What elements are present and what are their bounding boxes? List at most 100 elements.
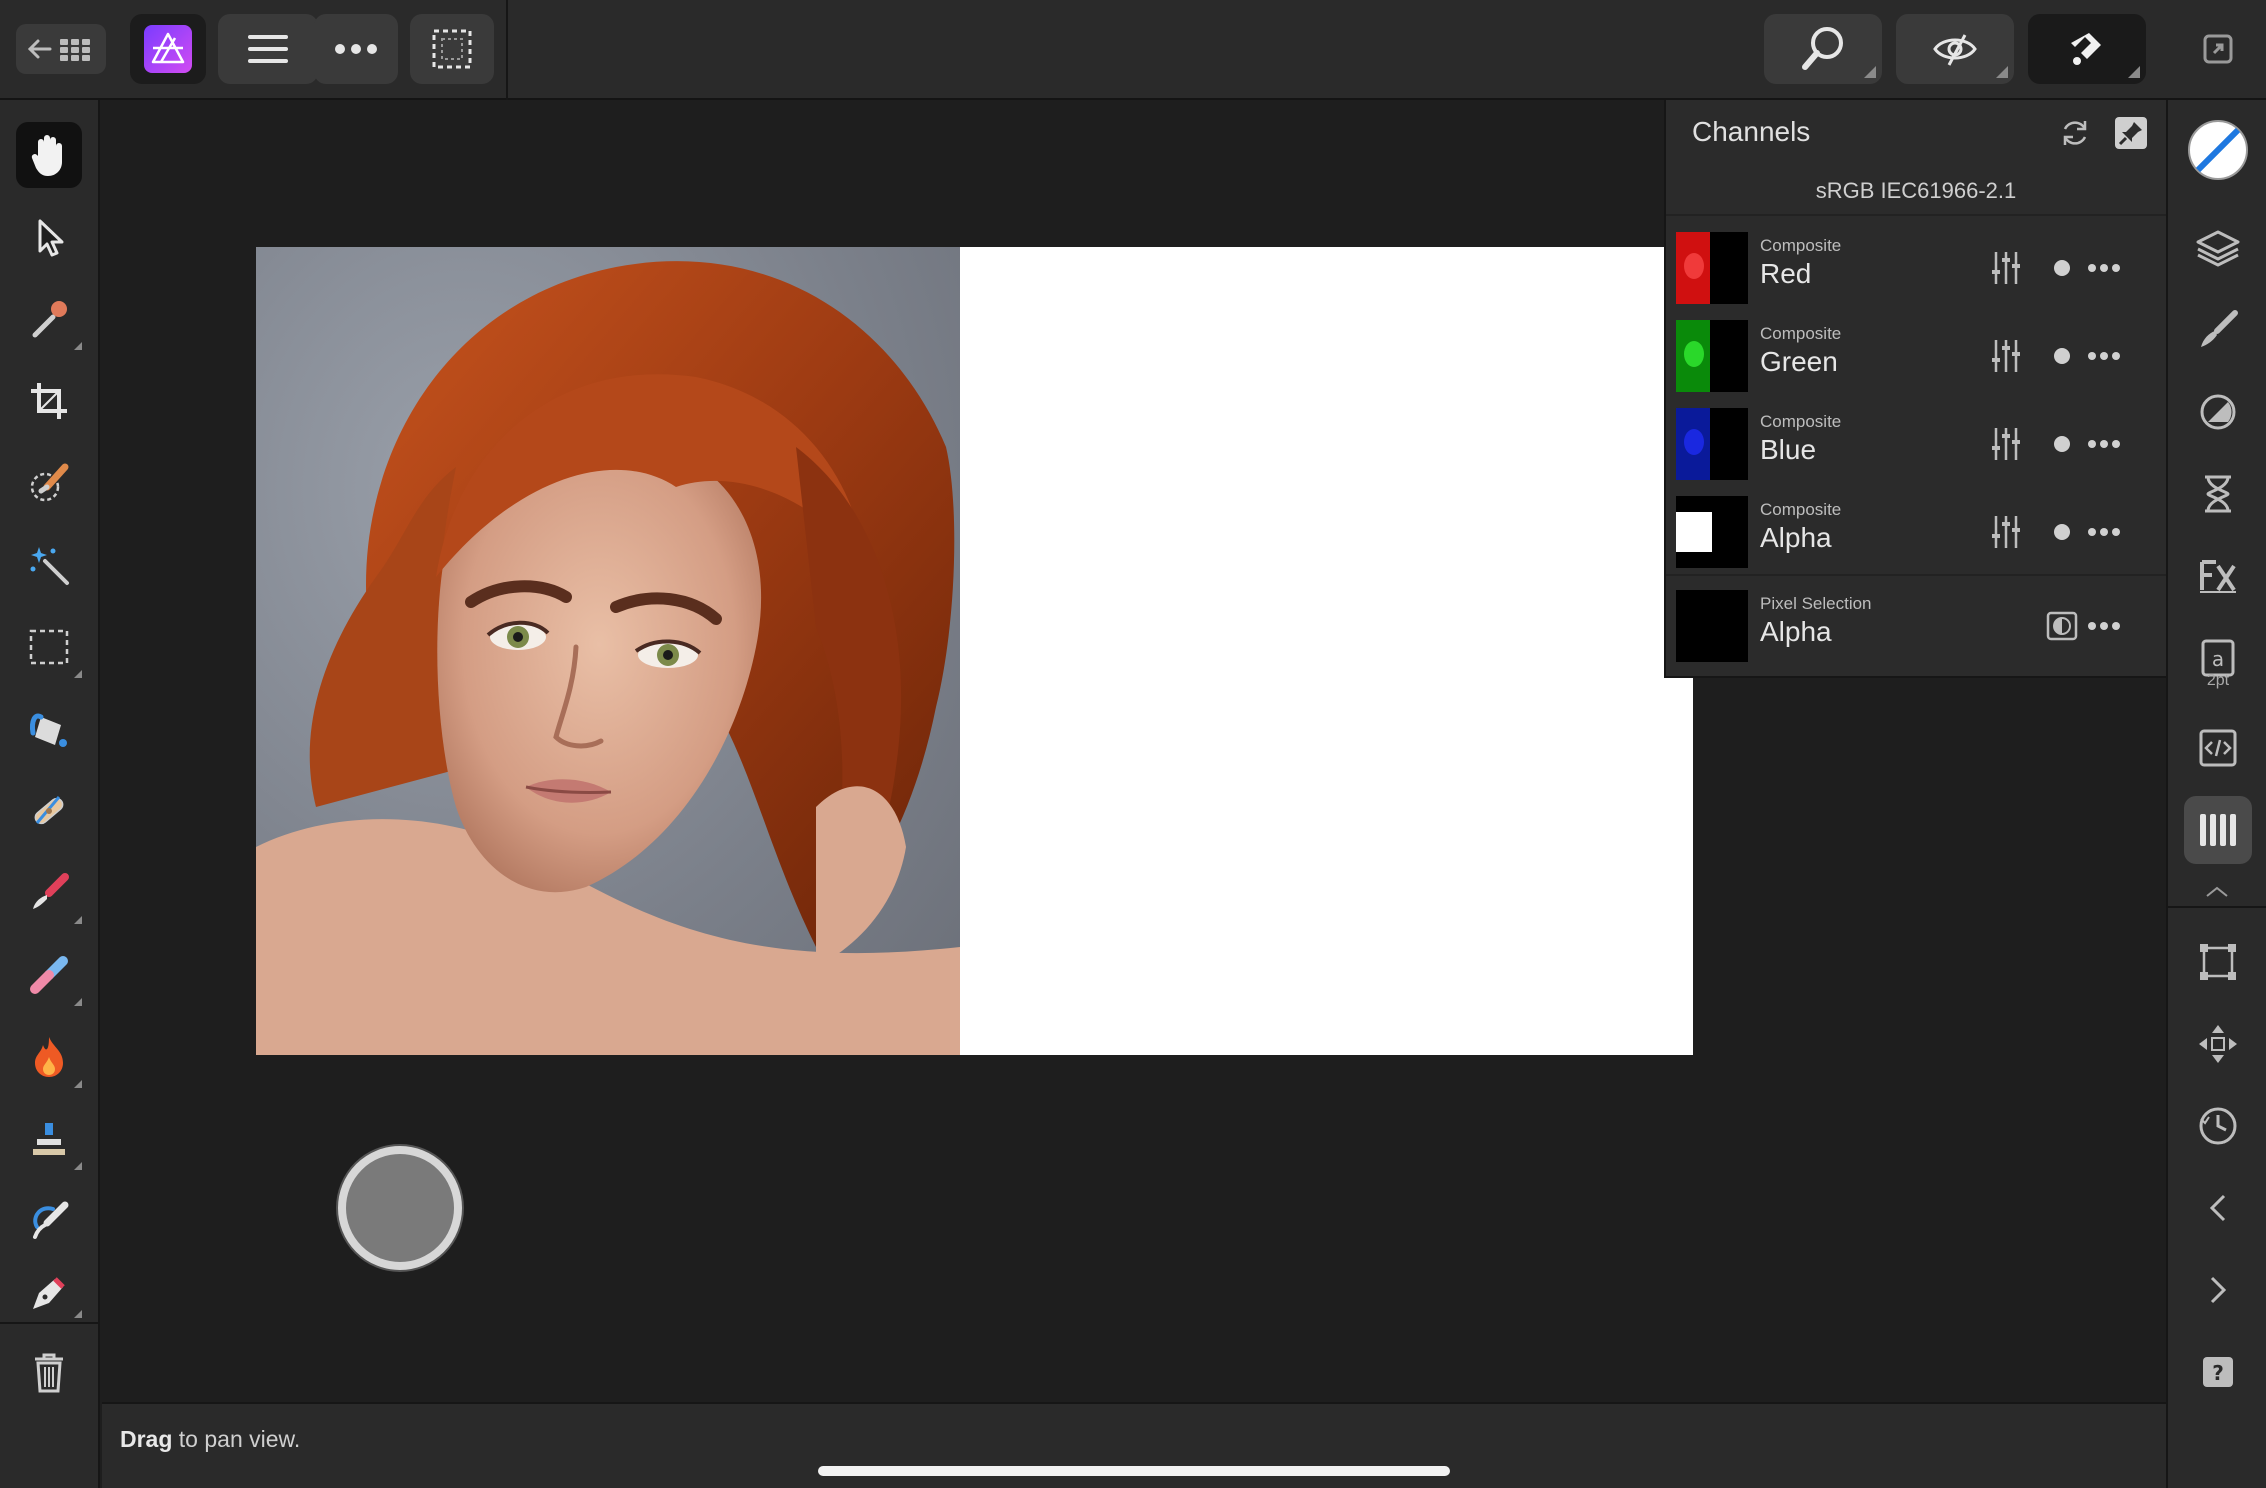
selection-mode-button[interactable] <box>410 14 494 84</box>
paint-brush-tool[interactable] <box>16 860 82 926</box>
undo-button[interactable] <box>2184 1174 2252 1242</box>
color-studio-button[interactable] <box>2184 116 2252 184</box>
help-button[interactable]: ? <box>2184 1338 2252 1406</box>
selection-brush-icon <box>30 463 69 502</box>
channel-visibility-toggle[interactable] <box>2042 336 2082 376</box>
channel-more-button[interactable] <box>2084 512 2124 552</box>
refresh-icon <box>2063 121 2087 145</box>
channel-type: Composite <box>1760 236 1842 255</box>
zoom-button[interactable] <box>1764 14 1882 84</box>
pen-tool[interactable] <box>16 1266 82 1320</box>
flood-select-tool[interactable] <box>16 532 82 598</box>
more-icon <box>335 44 377 54</box>
effects-studio-button[interactable] <box>2184 542 2252 610</box>
pin-panel-button[interactable] <box>2112 114 2150 152</box>
delete-button[interactable] <box>16 1340 82 1406</box>
dot-icon <box>2054 436 2070 452</box>
smudge-tool[interactable] <box>16 1188 82 1254</box>
transform-icon <box>2200 944 2236 980</box>
back-to-gallery-button[interactable] <box>16 24 106 74</box>
marquee-tool[interactable] <box>16 614 82 680</box>
hand-tool[interactable] <box>16 122 82 188</box>
history-snapshots-button[interactable] <box>2184 1092 2252 1160</box>
pen-icon <box>33 1277 65 1309</box>
move-tool[interactable] <box>16 204 82 270</box>
channel-more-button[interactable] <box>2084 336 2124 376</box>
channel-adjust-button[interactable] <box>1986 336 2026 376</box>
more-options-button[interactable] <box>314 14 398 84</box>
navigator-icon <box>2199 1025 2237 1063</box>
stamp-icon <box>33 1123 65 1155</box>
sliders-icon <box>1992 516 2020 548</box>
channel-type: Pixel Selection <box>1760 594 1872 613</box>
channel-more-button[interactable] <box>2084 248 2124 288</box>
redo-button[interactable] <box>2184 1256 2252 1324</box>
snapping-icon <box>2071 33 2101 65</box>
tool-options-indicator <box>74 670 82 678</box>
main-menu-button[interactable] <box>218 14 318 84</box>
persona-button[interactable] <box>130 14 206 84</box>
channel-type: Composite <box>1760 412 1842 431</box>
channel-name: Red <box>1760 258 1812 289</box>
status-bar: Drag to pan view. <box>102 1402 2166 1488</box>
macro-studio-button[interactable] <box>2184 714 2252 782</box>
snapping-options-indicator <box>2128 66 2140 78</box>
more-icon <box>2088 528 2120 536</box>
tool-options-indicator <box>74 1162 82 1170</box>
channel-name: Blue <box>1760 434 1817 465</box>
tool-options-indicator <box>74 1080 82 1088</box>
brushes-studio-button[interactable] <box>2184 296 2252 364</box>
navigator-studio-button[interactable] <box>2184 1010 2252 1078</box>
chevron-left-icon <box>2209 1194 2226 1222</box>
channel-visibility-toggle[interactable] <box>2042 424 2082 464</box>
crop-tool[interactable] <box>16 368 82 434</box>
transform-studio-button[interactable] <box>2184 928 2252 996</box>
channels-studio-button[interactable] <box>2184 796 2252 864</box>
home-indicator[interactable] <box>818 1466 1450 1476</box>
channel-more-button[interactable] <box>2084 424 2124 464</box>
selection-brush-tool[interactable] <box>16 450 82 516</box>
invert-selection-button[interactable] <box>2042 606 2082 646</box>
adjustments-studio-button[interactable] <box>2184 378 2252 446</box>
channel-adjust-button[interactable] <box>1986 248 2026 288</box>
fullscreen-button[interactable] <box>2190 14 2246 84</box>
erase-brush-tool[interactable] <box>16 942 82 1008</box>
top-toolbar <box>0 0 2266 100</box>
view-mode-button[interactable] <box>1896 14 2014 84</box>
refresh-button[interactable] <box>2056 114 2094 152</box>
snapping-button[interactable] <box>2028 14 2146 84</box>
channel-row-blue[interactable]: Composite Blue <box>1666 396 2166 484</box>
channels-panel: Channels sRGB IEC61966-2.1 Composite Red <box>1664 100 2166 678</box>
flood-fill-tool[interactable] <box>16 696 82 762</box>
eyedropper-icon <box>32 301 67 338</box>
inpainting-tool[interactable] <box>16 778 82 844</box>
more-icon <box>2088 622 2120 630</box>
pixel-selection-more-button[interactable] <box>2084 606 2124 646</box>
record-macro-button[interactable] <box>338 1146 462 1270</box>
studio-bar: a 2pt ? <box>2166 100 2266 1488</box>
channel-adjust-button[interactable] <box>1986 424 2026 464</box>
clone-tool[interactable] <box>16 1106 82 1172</box>
crop-icon <box>31 383 67 419</box>
channel-visibility-toggle[interactable] <box>2042 248 2082 288</box>
pin-icon <box>2115 117 2147 149</box>
channel-adjust-button[interactable] <box>1986 512 2026 552</box>
color-picker-tool[interactable] <box>16 286 82 352</box>
status-hint: Drag to pan view. <box>120 1426 300 1453</box>
pixel-selection-row[interactable]: Pixel Selection Alpha <box>1666 580 2166 668</box>
channel-row-alpha[interactable]: Composite Alpha <box>1666 484 2166 572</box>
burn-brush-tool[interactable] <box>16 1024 82 1090</box>
layers-studio-button[interactable] <box>2184 214 2252 282</box>
hamburger-menu-icon <box>248 35 288 63</box>
hourglass-icon <box>2205 475 2231 513</box>
more-studios-peek[interactable] <box>2184 876 2252 906</box>
panel-title: Channels <box>1692 116 1811 147</box>
channel-visibility-toggle[interactable] <box>2042 512 2082 552</box>
channel-row-red[interactable]: Composite Red <box>1666 220 2166 308</box>
layers-icon <box>2196 230 2240 267</box>
mask-icon <box>2046 611 2078 641</box>
document-page[interactable] <box>256 247 1693 1055</box>
history-studio-button[interactable] <box>2184 460 2252 528</box>
channel-row-green[interactable]: Composite Green <box>1666 308 2166 396</box>
tools-divider <box>0 1322 100 1324</box>
